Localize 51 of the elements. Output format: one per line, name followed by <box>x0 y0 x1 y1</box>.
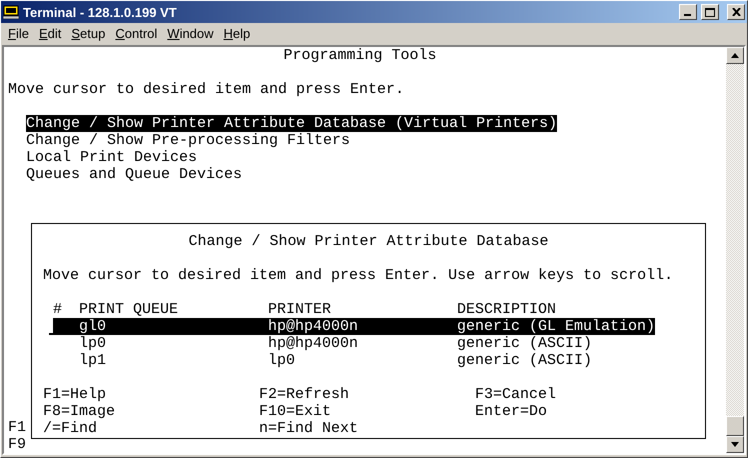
key-hint: F10=Exit <box>259 403 332 420</box>
instruction-text: Move cursor to desired item and press Enter. <box>8 81 404 98</box>
window-title: Terminal - 128.1.0.199 VT <box>23 4 178 20</box>
screen-text: F9 <box>8 436 26 453</box>
close-button[interactable] <box>727 4 745 20</box>
key-hint: F2=Refresh <box>259 386 350 403</box>
menu-item[interactable]: Control <box>110 26 162 40</box>
table-row[interactable]: lp0 hp@hp4000n generic (ASCII) <box>53 335 592 352</box>
scroll-down-button[interactable] <box>726 436 744 453</box>
table-cell: lp0 <box>79 335 106 352</box>
table-cell: lp1 <box>79 352 106 369</box>
table-cell: generic (GL Emulation) <box>457 318 656 335</box>
close-icon <box>732 8 740 16</box>
key-hint: /=Find <box>43 420 98 437</box>
table-cell: generic (ASCII) <box>457 352 592 369</box>
minimize-button[interactable] <box>679 4 697 20</box>
column-header: PRINTER <box>268 301 332 318</box>
scroll-up-button[interactable] <box>726 47 744 64</box>
table-cell: gl0 <box>79 318 106 335</box>
menu-item[interactable]: Edit <box>34 26 66 40</box>
menu-option[interactable]: Local Print Devices <box>26 149 198 166</box>
up-arrow-icon <box>731 53 739 58</box>
key-hint: F1=Help <box>43 386 106 403</box>
table-cell: hp@hp4000n <box>268 335 358 352</box>
menu-option[interactable]: Change / Show Pre-processing Filters <box>26 132 350 149</box>
maximize-button[interactable] <box>701 4 719 20</box>
table-cell: generic (ASCII) <box>457 335 592 352</box>
menu-item[interactable]: File <box>3 26 34 40</box>
down-arrow-icon <box>731 442 739 447</box>
key-hint: F3=Cancel <box>475 386 556 403</box>
table-row[interactable]: lp1 lp0 generic (ASCII) <box>53 352 592 369</box>
scrollbar-thumb[interactable] <box>726 416 744 436</box>
column-header: PRINT QUEUE <box>79 301 178 318</box>
screen-title: Programming Tools <box>283 47 437 64</box>
menu-option[interactable]: Change / Show Printer Attribute Database (Virtual Printers) <box>26 115 558 132</box>
table-cell: hp@hp4000n <box>268 318 358 335</box>
menu-item[interactable]: Help <box>218 26 256 40</box>
menu-item[interactable]: Window <box>162 26 219 40</box>
key-hint: F8=Image <box>43 403 116 420</box>
menu-item[interactable]: Setup <box>66 26 110 40</box>
maximize-icon <box>705 8 715 16</box>
column-header: # <box>53 301 62 318</box>
table-cell: lp0 <box>268 352 296 369</box>
key-hint: Enter=Do <box>475 403 548 420</box>
key-hint: n=Find Next <box>259 420 358 437</box>
column-header: DESCRIPTION <box>457 301 556 318</box>
screen-text: F1 <box>8 419 26 436</box>
dialog-title: Change / Show Printer Attribute Database <box>188 233 549 250</box>
instruction-text: Move cursor to desired item and press Enter. Use arrow keys to scroll. <box>43 267 674 284</box>
menu-option[interactable]: Queues and Queue Devices <box>26 166 242 183</box>
app-icon <box>3 5 19 19</box>
